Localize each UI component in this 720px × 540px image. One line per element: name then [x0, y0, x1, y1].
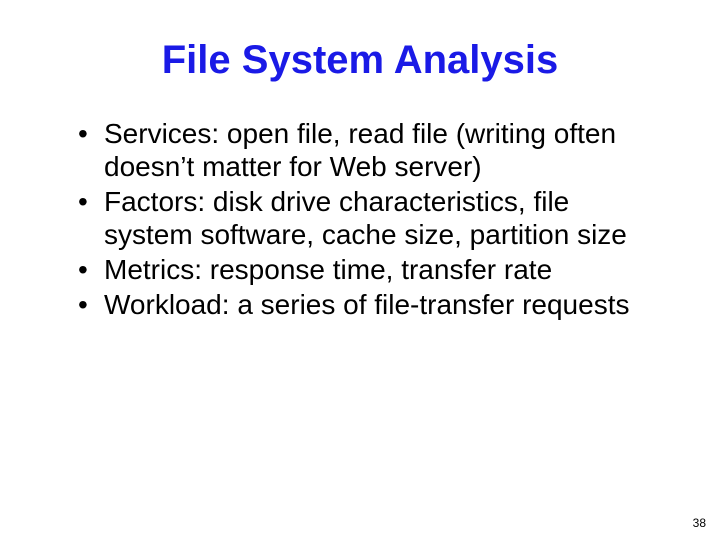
page-number: 38: [693, 516, 706, 530]
list-item: Factors: disk drive characteristics, fil…: [78, 185, 660, 251]
bullet-list: Services: open file, read file (writing …: [60, 117, 660, 321]
slide: File System Analysis Services: open file…: [0, 0, 720, 540]
list-item: Metrics: response time, transfer rate: [78, 253, 660, 286]
list-item: Workload: a series of file-transfer requ…: [78, 288, 660, 321]
slide-title: File System Analysis: [60, 38, 660, 83]
list-item: Services: open file, read file (writing …: [78, 117, 660, 183]
